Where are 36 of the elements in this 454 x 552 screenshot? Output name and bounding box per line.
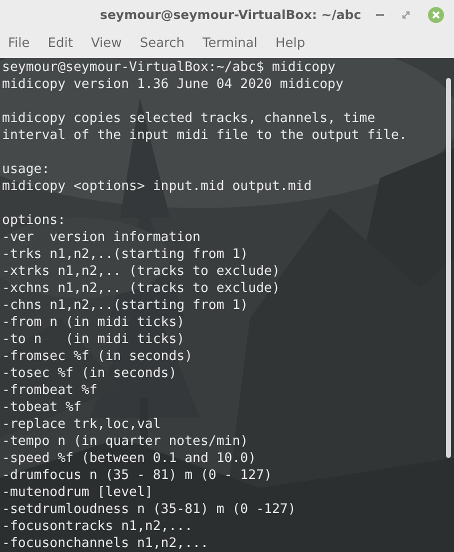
menu-item[interactable]: Edit: [48, 34, 73, 54]
window-title: seymour@seymour-VirtualBox: ~/abc: [100, 6, 362, 24]
terminal-line: -tobeat %f: [2, 399, 82, 416]
terminal-line: -chns n1,n2,..(starting from 1): [2, 297, 248, 314]
terminal-line: options:: [2, 212, 66, 229]
terminal-line: -focusonchannels n1,n2,...: [2, 535, 208, 552]
terminal-line: -trks n1,n2,..(starting from 1): [2, 246, 248, 263]
terminal-line: -xchns n1,n2,.. (tracks to exclude): [2, 280, 280, 297]
menu-item[interactable]: Search: [140, 34, 184, 54]
maximize-icon[interactable]: [402, 11, 410, 19]
terminal-line: midicopy version 1.36 June 04 2020 midicopy: [2, 76, 344, 93]
terminal-line: seymour@seymour-VirtualBox:~/abc$ midicopy: [2, 59, 336, 76]
terminal-line: midicopy <options> input.mid output.mid: [2, 178, 312, 195]
terminal-line: -xtrks n1,n2,.. (tracks to exclude): [2, 263, 280, 280]
terminal-line: -drumfocus n (35 - 81) m (0 - 127): [2, 467, 272, 484]
terminal-line: -speed %f (between 0.1 and 10.0): [2, 450, 256, 467]
terminal-line: -tempo n (in quarter notes/min): [2, 433, 248, 450]
terminal-line: -frombeat %f: [2, 382, 98, 399]
terminal-line: interval of the input midi file to the output file.: [2, 127, 407, 144]
terminal-line: midicopy copies selected tracks, channels, time: [2, 110, 376, 127]
terminal-line: -tosec %f (in seconds): [2, 365, 177, 382]
terminal-line: -to n (in midi ticks): [2, 331, 185, 348]
menu-item[interactable]: View: [90, 34, 122, 54]
close-icon[interactable]: [428, 7, 444, 23]
terminal-line: -fromsec %f (in seconds): [2, 348, 193, 365]
terminal-line: usage:: [2, 161, 50, 178]
terminal-line: -setdrumloudness n (35-81) m (0 -127): [2, 501, 296, 518]
menu-item[interactable]: File: [8, 34, 30, 54]
terminal-line: -from n (in midi ticks): [2, 314, 185, 331]
scrollbar[interactable]: [446, 78, 451, 458]
terminal-line: -mutenodrum [level]: [2, 484, 153, 501]
terminal-line: -ver version information: [2, 229, 200, 246]
menu-item[interactable]: Help: [275, 34, 306, 54]
menu-item[interactable]: Terminal: [202, 34, 258, 54]
terminal-line: -replace trk,loc,val: [2, 416, 161, 433]
terminal-line: -focusontracks n1,n2,...: [2, 518, 193, 535]
